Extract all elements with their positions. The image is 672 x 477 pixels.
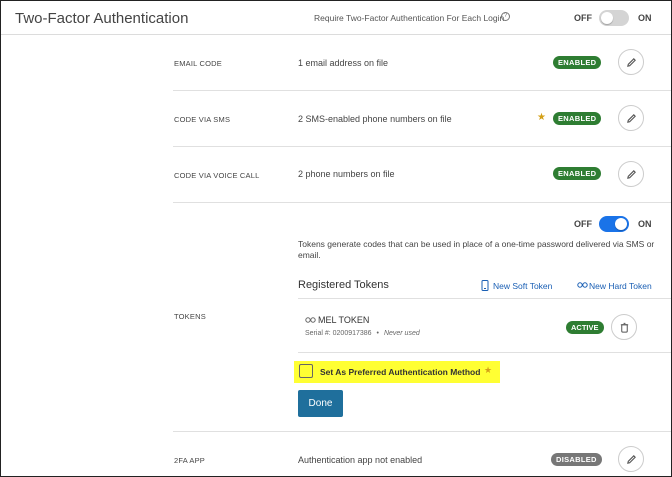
edit-email-code-button[interactable] bbox=[618, 49, 644, 75]
row-desc-code-via-voice-call: 2 phone numbers on file bbox=[298, 169, 395, 179]
question-circle-icon[interactable]: ? bbox=[501, 12, 510, 21]
new-soft-token-link[interactable]: New Soft Token bbox=[481, 280, 561, 292]
registered-tokens-title: Registered Tokens bbox=[298, 279, 389, 291]
divider bbox=[173, 146, 671, 147]
row-desc-2fa-app: Authentication app not enabled bbox=[298, 455, 423, 465]
require-2fa-toggle[interactable] bbox=[599, 10, 629, 26]
new-hard-token-link[interactable]: New Hard Token bbox=[577, 280, 657, 292]
toggle-knob bbox=[615, 218, 627, 230]
status-badge-email-code: ENABLED bbox=[553, 56, 602, 69]
pencil-icon bbox=[627, 58, 636, 67]
token-name: MEL TOKEN bbox=[318, 315, 370, 325]
require-toggle-on-label: ON bbox=[638, 13, 652, 23]
page-title: Two-Factor Authentication bbox=[15, 10, 189, 27]
token-last-used: Never used bbox=[383, 330, 420, 337]
tokens-toggle-on-label: ON bbox=[638, 219, 652, 229]
tokens-toggle[interactable] bbox=[599, 216, 629, 232]
key-token-icon bbox=[577, 282, 588, 288]
new-hard-token-label: New Hard Token bbox=[589, 281, 652, 291]
token-serial-line: Serial #: 0200917386 • Never used bbox=[305, 330, 420, 337]
require-toggle-off-label: OFF bbox=[574, 13, 592, 23]
row-label-2fa-app: 2FA APP bbox=[174, 456, 206, 465]
divider bbox=[173, 90, 671, 91]
token-item: MEL TOKEN Serial #: 0200917386 • Never u… bbox=[298, 298, 671, 353]
serial-label: Serial #: bbox=[305, 330, 331, 337]
edit-code-via-sms-button[interactable] bbox=[618, 105, 644, 131]
trash-icon bbox=[620, 322, 629, 333]
toggle-knob bbox=[601, 12, 613, 24]
token-status-badge: ACTIVE bbox=[566, 321, 604, 334]
two-factor-panel: Two-Factor Authentication Require Two-Fa… bbox=[0, 0, 672, 477]
done-button[interactable]: Done bbox=[298, 390, 343, 417]
preferred-method-label: Set As Preferred Authentication Method bbox=[320, 367, 481, 377]
row-label-email-code: EMAIL CODE bbox=[174, 59, 222, 68]
star-icon: ★ bbox=[484, 365, 493, 375]
preferred-star-icon: ★ bbox=[537, 112, 546, 123]
bullet-separator: • bbox=[376, 330, 379, 337]
delete-token-button[interactable] bbox=[611, 314, 637, 340]
row-label-code-via-voice-call: CODE VIA VOICE CALL bbox=[174, 171, 260, 180]
status-badge-code-via-sms: ENABLED bbox=[553, 112, 602, 125]
tokens-description: Tokens generate codes that can be used i… bbox=[298, 239, 655, 260]
mobile-phone-icon bbox=[481, 280, 489, 291]
status-badge-2fa-app: DISABLED bbox=[551, 453, 602, 466]
divider bbox=[173, 431, 671, 432]
pencil-icon bbox=[627, 170, 636, 179]
edit-code-via-voice-call-button[interactable] bbox=[618, 161, 644, 187]
row-label-code-via-sms: CODE VIA SMS bbox=[174, 115, 231, 124]
new-soft-token-label: New Soft Token bbox=[493, 281, 553, 291]
tokens-toggle-off-label: OFF bbox=[574, 219, 592, 229]
header: Two-Factor Authentication Require Two-Fa… bbox=[1, 1, 671, 35]
row-desc-code-via-sms: 2 SMS-enabled phone numbers on file bbox=[298, 114, 452, 124]
row-label-tokens: TOKENS bbox=[174, 312, 206, 321]
divider bbox=[173, 202, 671, 203]
preferred-method-checkbox[interactable] bbox=[299, 364, 313, 378]
pencil-icon bbox=[627, 114, 636, 123]
require-2fa-label: Require Two-Factor Authentication For Ea… bbox=[314, 13, 505, 23]
serial-number: 0200917386 bbox=[332, 330, 372, 337]
key-token-icon bbox=[305, 317, 316, 323]
row-desc-email-code: 1 email address on file bbox=[298, 58, 389, 68]
status-badge-code-via-voice-call: ENABLED bbox=[553, 167, 602, 180]
pencil-icon bbox=[627, 455, 636, 464]
edit-2fa-app-button[interactable] bbox=[618, 446, 644, 472]
